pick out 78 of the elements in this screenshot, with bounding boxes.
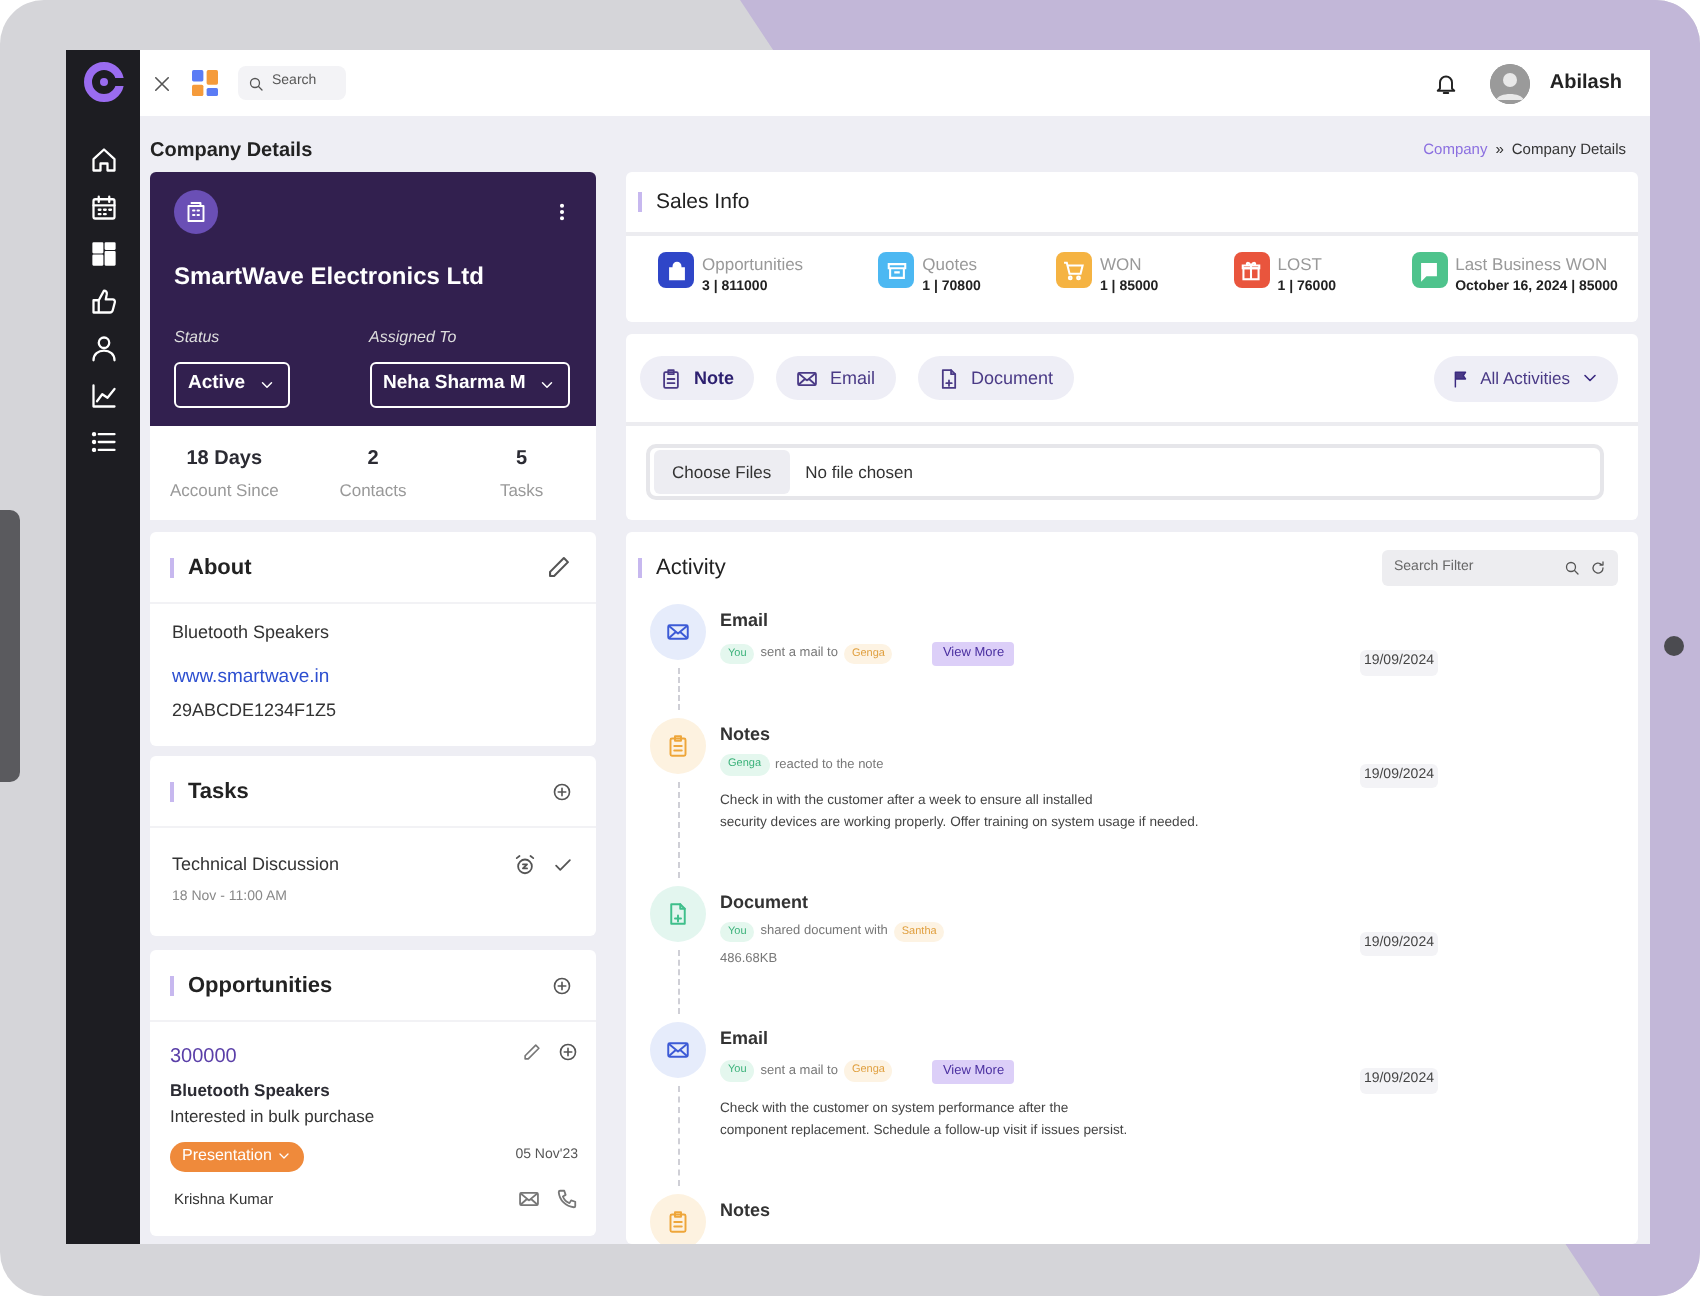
avatar[interactable] [1489,63,1530,103]
pencil-icon[interactable] [522,1042,542,1063]
add-icon[interactable] [552,975,572,996]
page-title: Company Details [150,137,313,165]
calendar-icon[interactable] [89,193,117,221]
tax-id-text: 29ABCDE1234F1Z5 [172,697,339,724]
apps-icon[interactable] [192,70,218,96]
envelope-icon [650,1022,706,1078]
filter-dropdown[interactable]: All Activities [1434,355,1618,402]
building-icon [174,190,218,234]
stat-value: 18 Days [184,445,265,474]
refresh-icon[interactable] [1590,560,1606,577]
search-icon [1564,560,1580,577]
note-icon [660,367,682,390]
envelope-icon[interactable] [518,1187,540,1210]
alarm-icon[interactable] [514,854,536,877]
check-icon[interactable] [552,854,574,877]
bell-icon[interactable] [1433,71,1458,95]
chevron-icon [537,376,556,394]
description-text: Bluetooth Speakers [172,620,332,646]
dashboard-icon[interactable] [89,240,117,268]
opportunity-note: Interested in bulk purchase [170,1104,377,1130]
stat-label: Account Since [167,477,281,503]
status-dropdown[interactable]: Active [174,362,290,408]
flag-icon [1452,369,1471,388]
user-name: Abilash [1549,70,1622,98]
pencil-icon[interactable] [546,554,572,580]
thumbs-up-icon[interactable] [89,287,117,315]
assignee-dropdown[interactable]: Neha Sharma M [369,362,570,408]
list-icon[interactable] [89,428,117,456]
task-name: Technical Discussion [172,852,340,879]
activity-title: Document [720,889,811,915]
close-icon[interactable] [152,73,172,93]
product-name: Bluetooth Speakers [170,1078,332,1104]
website-link[interactable]: www.smartwave.in [172,663,574,692]
activity-tab[interactable]: Email [776,356,896,401]
activity-tab[interactable]: Note [640,356,754,401]
card-title: Activity [638,558,726,579]
card-title: Sales Info [638,192,750,212]
stat-label: WON [1099,252,1144,278]
clipboard-icon [650,717,706,774]
stat-label: Contacts [337,477,409,503]
line-chart-icon[interactable] [89,381,117,409]
card-title: About [170,557,252,577]
stat-label: LOST [1277,252,1324,278]
envelope-icon [650,604,706,661]
choose-files-button[interactable]: Choose Files [654,450,790,495]
activity-title: Notes [720,721,773,748]
envelope-icon [796,367,818,390]
activity-title: Email [720,608,771,635]
stat-label: Opportunities [702,252,804,278]
add-icon[interactable] [558,1042,578,1063]
chevron-icon [257,376,276,394]
stat-label: Tasks [497,477,546,503]
phone-icon[interactable] [556,1187,578,1210]
document-icon [937,367,960,390]
logo-icon [83,62,123,102]
user-icon[interactable] [89,334,117,362]
file-input[interactable]: Choose Files No file chosen [646,444,1604,501]
company-name: SmartWave Electronics Ltd [174,260,486,294]
stat-label: Quotes [922,252,980,278]
stat-value: 2 [365,445,381,474]
card-title: Opportunities [170,975,333,996]
activity-title: Notes [720,1197,773,1223]
document-icon [650,885,706,941]
home-icon[interactable] [89,146,117,174]
file-status: No file chosen [805,459,913,486]
card-title: Tasks [170,781,249,802]
stat-label: Last Business WON [1455,252,1610,278]
stat-value: 5 [514,445,530,474]
field-label: Assigned To [369,326,459,350]
activity-tab[interactable]: Document [917,356,1074,401]
opportunity-amount[interactable]: 300000 [170,1042,237,1073]
add-icon[interactable] [552,781,572,802]
clipboard-icon [650,1193,706,1244]
activity-title: Email [720,1026,771,1052]
field-label: Status [174,326,222,350]
search-icon [248,75,264,91]
